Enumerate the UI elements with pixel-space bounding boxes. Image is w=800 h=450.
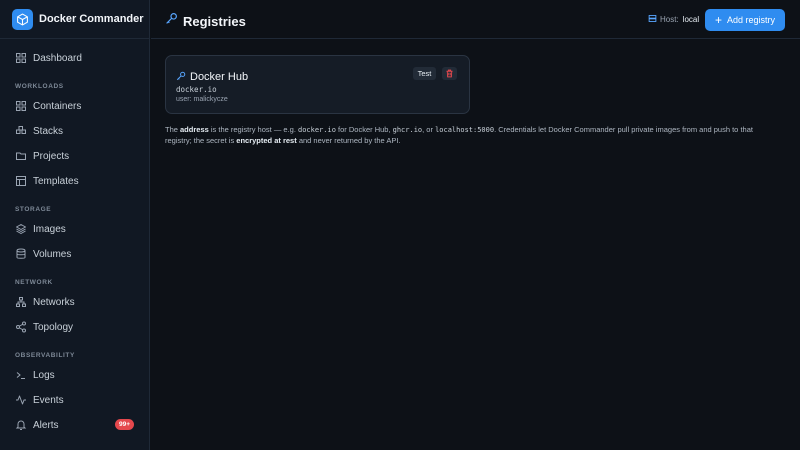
sidebar-item-topology[interactable]: Topology [0, 316, 150, 338]
key-icon [176, 68, 186, 86]
plus-icon: + [714, 13, 722, 27]
page-title: Registries [183, 13, 246, 29]
sidebar-item-stacks[interactable]: Stacks [0, 120, 150, 142]
sidebar-item-logs[interactable]: Logs [0, 364, 150, 386]
sidebar-item-volumes[interactable]: Volumes [0, 243, 150, 265]
delete-registry-button[interactable] [442, 67, 457, 80]
sidebar-item-label: Events [33, 394, 64, 406]
sidebar-item-label: Alerts [33, 419, 59, 431]
alerts-count-badge: 99+ [114, 419, 134, 430]
registry-user: user: malickycze [176, 96, 228, 103]
share-nodes-icon [15, 321, 27, 333]
registry-name: Docker Hub [190, 71, 249, 83]
sidebar-item-alerts[interactable]: Alerts 99+ [0, 414, 150, 436]
host-selector[interactable]: Host: local [648, 14, 699, 25]
key-icon [165, 12, 178, 30]
sidebar-item-images[interactable]: Images [0, 218, 150, 240]
activity-icon [15, 394, 27, 406]
sidebar-item-dashboard[interactable]: Dashboard [0, 47, 150, 69]
registry-help-text: The address is the registry host — e.g. … [165, 125, 753, 145]
trash-icon [445, 65, 454, 83]
add-registry-button[interactable]: + Add registry [705, 9, 785, 31]
host-value: local [682, 15, 700, 24]
brand-name: Docker Commander [39, 13, 144, 25]
sidebar-item-label: Projects [33, 150, 70, 162]
templates-icon [15, 175, 27, 187]
sidebar-item-label: Topology [33, 321, 74, 333]
sidebar-item-label: Dashboard [33, 52, 82, 64]
test-registry-button[interactable]: Test [413, 67, 436, 80]
sidebar-item-label: Stacks [33, 125, 64, 137]
layers-icon [15, 223, 27, 235]
section-title-network: NETWORK [15, 279, 53, 286]
docker-cube-logo-icon [12, 8, 33, 30]
topbar: Registries Host: local + Add registry [151, 0, 800, 39]
dashboard-icon [15, 52, 27, 64]
registry-card: Docker Hub docker.io user: malickycze Te… [165, 55, 470, 114]
page-header: Registries [165, 12, 246, 30]
sidebar-item-label: Templates [33, 175, 79, 187]
sidebar-item-templates[interactable]: Templates [0, 170, 150, 192]
section-title-storage: STORAGE [15, 206, 52, 213]
containers-icon [15, 100, 27, 112]
sidebar-item-label: Logs [33, 369, 55, 381]
database-icon [15, 248, 27, 260]
stacks-icon [15, 125, 27, 137]
brand[interactable]: Docker Commander [0, 0, 149, 39]
sidebar-item-containers[interactable]: Containers [0, 95, 150, 117]
sidebar-item-networks[interactable]: Networks [0, 291, 150, 313]
sidebar-item-label: Containers [33, 100, 82, 112]
folder-icon [15, 150, 27, 162]
sidebar-item-label: Images [33, 223, 66, 235]
section-title-observability: OBSERVABILITY [15, 352, 75, 359]
section-title-workloads: WORKLOADS [15, 83, 64, 90]
sidebar: Docker Commander Dashboard WORKLOADS Con… [0, 0, 150, 450]
registry-card-header: Docker Hub [176, 68, 248, 86]
network-icon [15, 296, 27, 308]
bell-icon [15, 419, 27, 431]
sidebar-item-projects[interactable]: Projects [0, 145, 150, 167]
sidebar-item-label: Volumes [33, 248, 72, 260]
sidebar-item-label: Networks [33, 296, 75, 308]
registry-address: docker.io [176, 85, 217, 94]
terminal-icon [15, 369, 27, 381]
add-registry-label: Add registry [726, 15, 776, 25]
host-label: Host: [660, 15, 679, 24]
sidebar-item-events[interactable]: Events [0, 389, 150, 411]
server-icon [648, 14, 657, 25]
